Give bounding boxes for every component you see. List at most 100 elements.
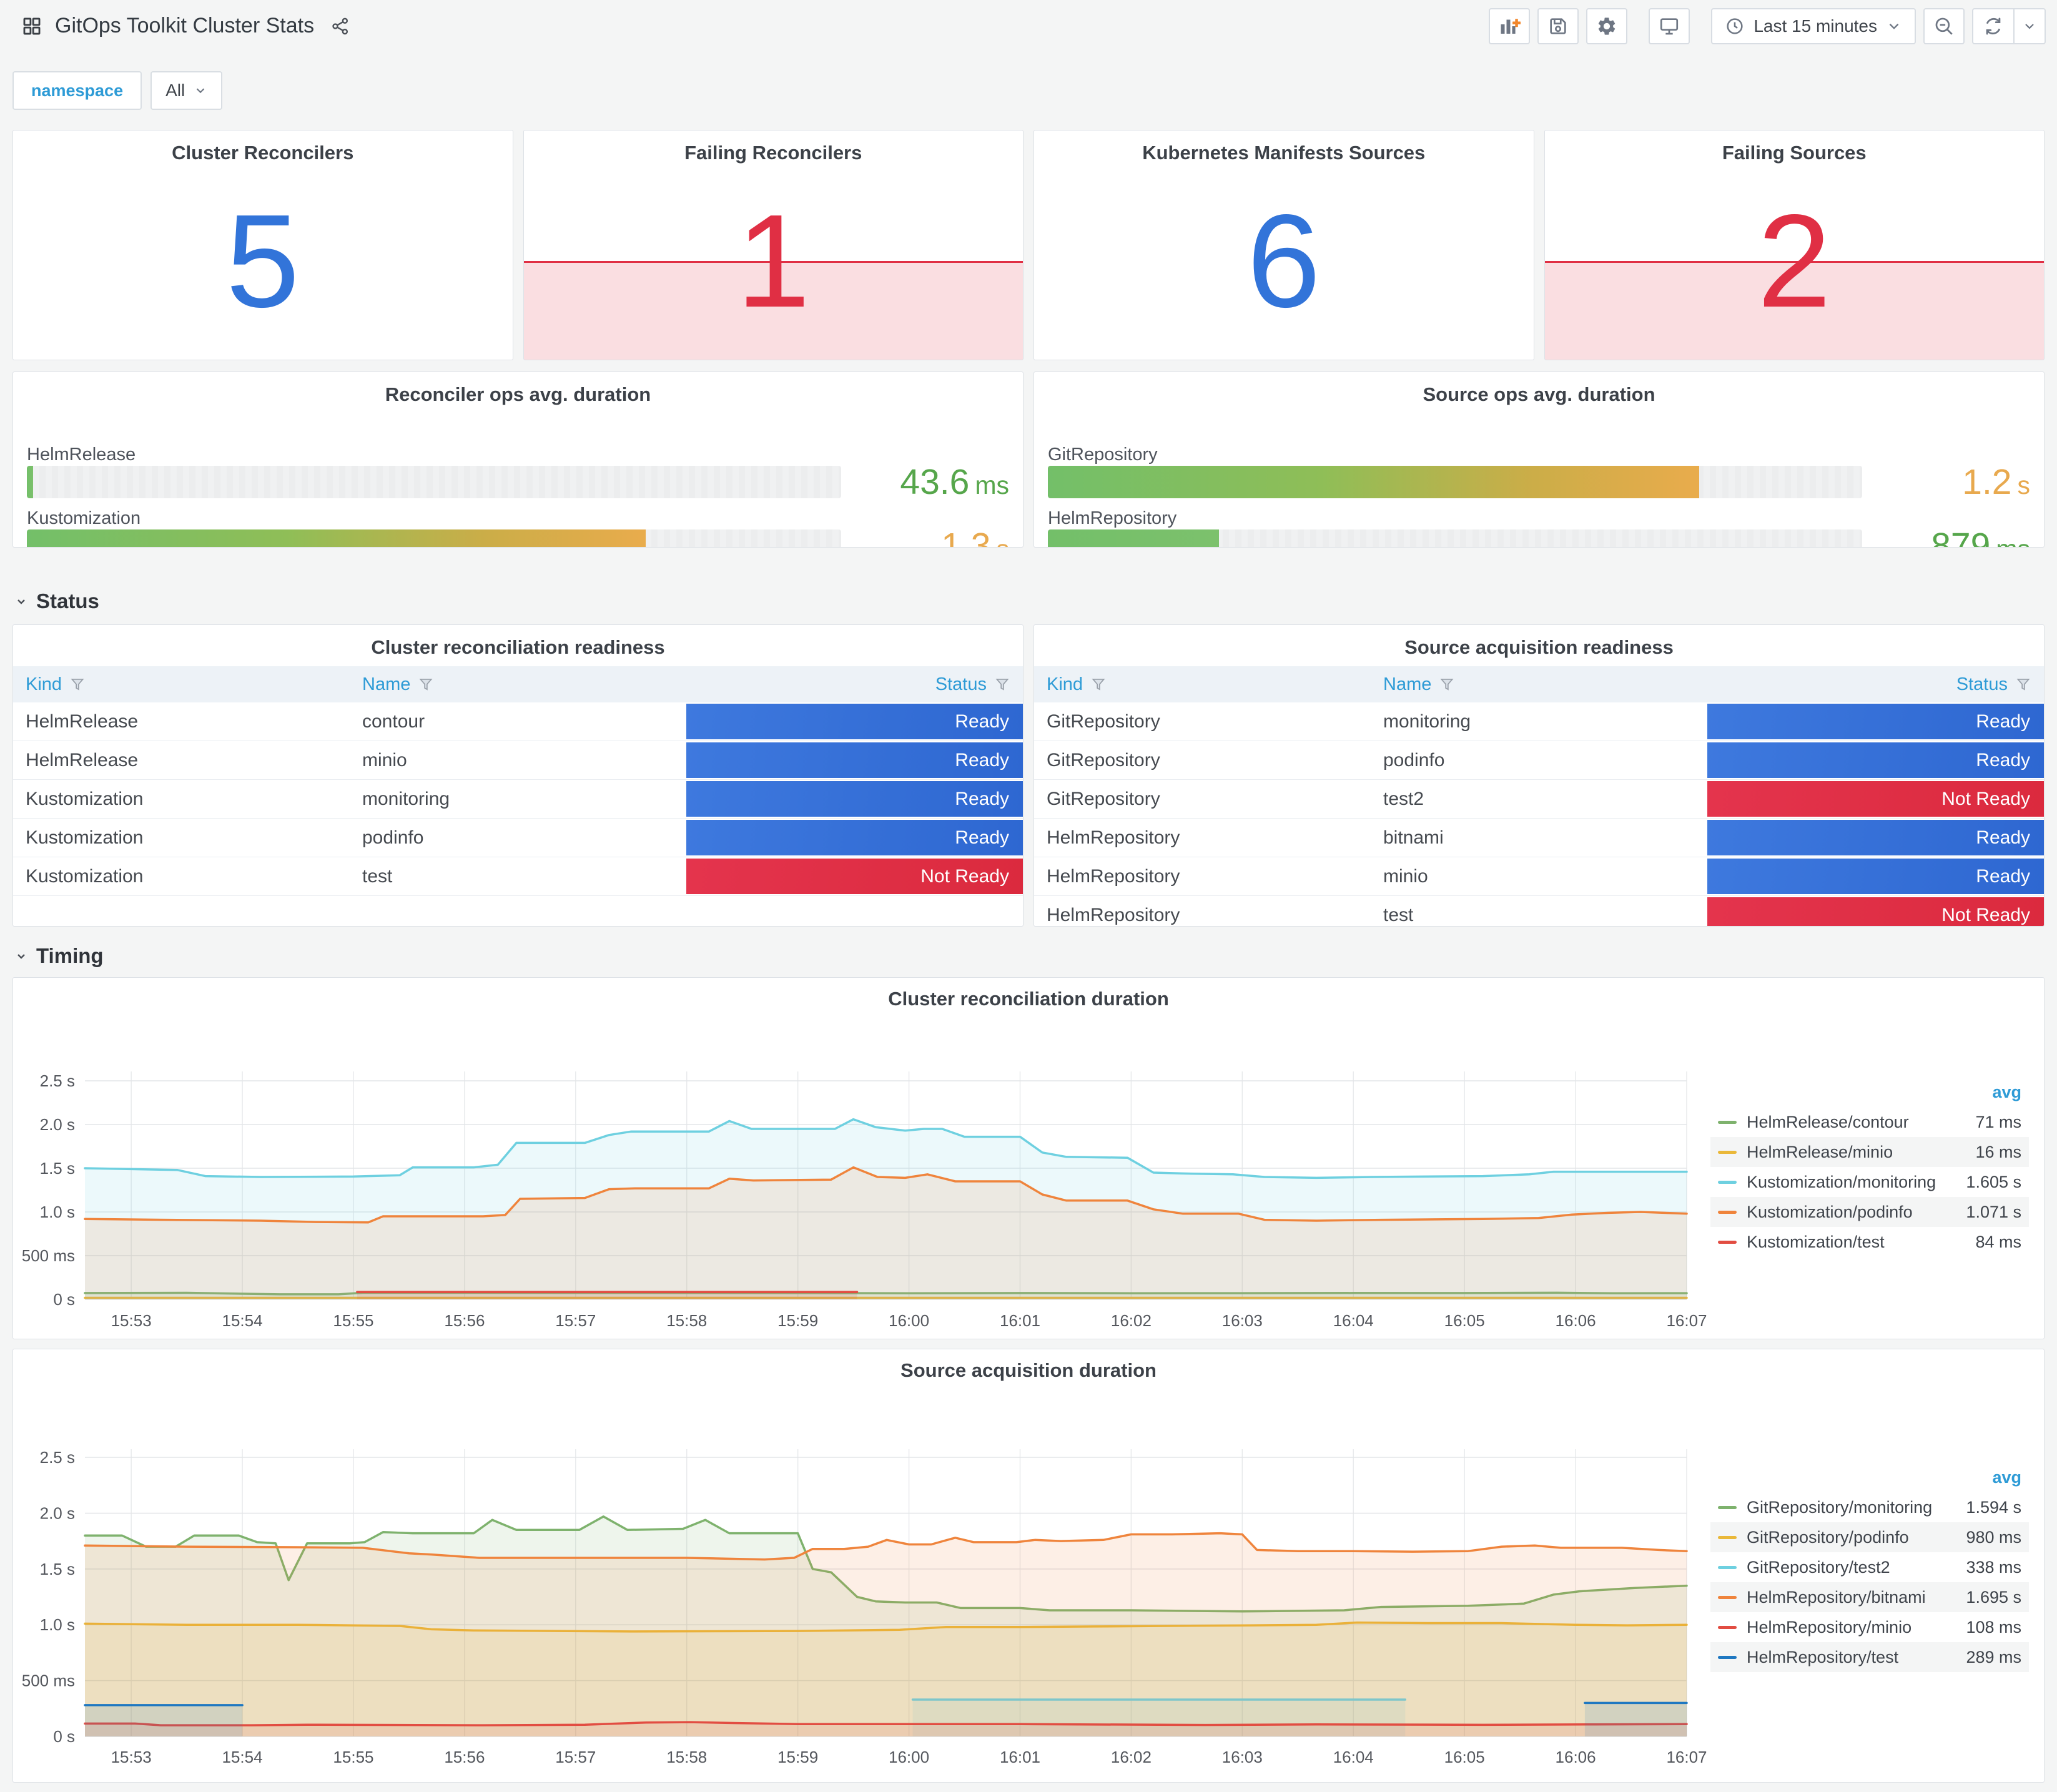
legend-item[interactable]: Kustomization/test 84 ms <box>1710 1227 2029 1257</box>
status-badge: Not Ready <box>1707 781 2044 817</box>
legend-avg-header[interactable]: avg <box>1710 1083 2029 1107</box>
gauge-bar-track <box>27 529 841 547</box>
column-header-status[interactable]: Status <box>686 666 1023 702</box>
svg-text:16:07: 16:07 <box>1666 1748 1707 1766</box>
gauge-value: 1.2 s <box>1962 462 2030 502</box>
stat-panel-title[interactable]: Cluster Reconcilers <box>13 130 513 164</box>
cell-kind: GitRepository <box>1047 749 1160 770</box>
cycle-view-mode-button[interactable] <box>1649 8 1690 44</box>
zoom-out-time-button[interactable] <box>1923 8 1965 44</box>
section-status[interactable]: Status <box>14 589 99 613</box>
legend-item[interactable]: Kustomization/podinfo 1.071 s <box>1710 1197 2029 1227</box>
svg-text:0 s: 0 s <box>53 1727 75 1746</box>
legend-avg-header[interactable]: avg <box>1710 1468 2029 1492</box>
cell-status: Ready <box>1707 819 2044 857</box>
legend-series-name[interactable]: Kustomization/test <box>1747 1233 1934 1252</box>
cell-kind: HelmRelease <box>26 711 139 732</box>
legend-item[interactable]: HelmRepository/minio 108 ms <box>1710 1612 2029 1642</box>
legend-series-swatch <box>1718 1655 1737 1659</box>
legend-series-avg: 16 ms <box>1975 1142 2021 1161</box>
svg-text:16:07: 16:07 <box>1666 1311 1707 1330</box>
legend-series-name[interactable]: GitRepository/podinfo <box>1747 1528 1934 1547</box>
svg-text:15:56: 15:56 <box>444 1748 485 1766</box>
apps-grid-icon[interactable] <box>21 16 42 37</box>
dashboard-toolbar: Last 15 minutes <box>1489 8 2046 44</box>
gauge-label: HelmRepository <box>1048 508 1177 528</box>
legend-item[interactable]: GitRepository/podinfo 980 ms <box>1710 1522 2029 1552</box>
filter-funnel-icon[interactable] <box>2015 676 2031 692</box>
legend-item[interactable]: GitRepository/monitoring 1.594 s <box>1710 1492 2029 1522</box>
cell-name: test <box>362 865 393 887</box>
filter-funnel-icon[interactable] <box>69 676 86 692</box>
cell-name: podinfo <box>1383 749 1445 770</box>
tables-row: Cluster reconciliation readiness Kind Nam… <box>12 624 2045 927</box>
svg-text:2.0 s: 2.0 s <box>40 1115 75 1134</box>
column-header-name[interactable]: Name <box>350 666 686 702</box>
refresh-interval-picker[interactable] <box>2013 9 2045 43</box>
legend-series-name[interactable]: GitRepository/test2 <box>1747 1558 1934 1577</box>
legend-series-swatch <box>1718 1180 1737 1184</box>
save-dashboard-button[interactable] <box>1537 8 1579 44</box>
cell-name: minio <box>362 749 407 770</box>
legend-item[interactable]: Kustomization/monitoring 1.605 s <box>1710 1167 2029 1197</box>
legend-item[interactable]: GitRepository/test2 338 ms <box>1710 1552 2029 1582</box>
legend-series-name[interactable]: Kustomization/monitoring <box>1747 1173 1936 1192</box>
gauge-label: GitRepository <box>1048 445 1158 465</box>
legend-series-name[interactable]: Kustomization/podinfo <box>1747 1203 1934 1222</box>
cell-status: Not Ready <box>1707 780 2044 818</box>
refresh-dashboard-button[interactable] <box>1973 9 2013 43</box>
panel-title[interactable]: Source ops avg. duration <box>1034 372 2044 406</box>
cell-kind: HelmRepository <box>1047 865 1180 887</box>
legend-series-name[interactable]: HelmRepository/minio <box>1747 1618 1934 1637</box>
legend-item[interactable]: HelmRepository/test 289 ms <box>1710 1642 2029 1672</box>
column-header-kind[interactable]: Kind <box>13 666 350 702</box>
stat-panel-title[interactable]: Failing Reconcilers <box>524 130 1024 164</box>
gauge-value: 1.3s <box>941 526 1009 548</box>
panel-title[interactable]: Reconciler ops avg. duration <box>13 372 1023 406</box>
share-icon[interactable] <box>330 16 350 36</box>
table-body: GitRepository monitoring Ready GitRepositor… <box>1034 702 2044 926</box>
stat-panel-title[interactable]: Failing Sources <box>1545 130 2045 164</box>
status-badge: Ready <box>1707 820 2044 855</box>
legend-series-name[interactable]: HelmRepository/bitnami <box>1747 1588 1934 1607</box>
table-row: Kustomization monitoring Ready <box>13 780 1023 819</box>
svg-text:16:02: 16:02 <box>1111 1748 1152 1766</box>
time-range-picker[interactable]: Last 15 minutes <box>1711 8 1916 44</box>
section-timing[interactable]: Timing <box>14 944 104 968</box>
filter-funnel-icon[interactable] <box>418 676 434 692</box>
chart-legend: avg GitRepository/monitoring 1.594 s GitRep… <box>1710 1468 2029 1672</box>
panel-title[interactable]: Source acquisition readiness <box>1034 625 2044 659</box>
legend-series-name[interactable]: HelmRelease/contour <box>1747 1113 1934 1132</box>
namespace-variable-value[interactable]: All <box>150 71 223 110</box>
legend-item[interactable]: HelmRelease/minio 16 ms <box>1710 1137 2029 1167</box>
column-header-status[interactable]: Status <box>1707 666 2044 702</box>
column-header-kind[interactable]: Kind <box>1034 666 1371 702</box>
cluster-reconciliation-duration-panel: Cluster reconciliation duration 15:53 15:… <box>12 977 2045 1339</box>
page-title[interactable]: GitOps Toolkit Cluster Stats <box>55 14 314 38</box>
legend-series-swatch <box>1718 1210 1737 1214</box>
dashboard-settings-button[interactable] <box>1586 8 1628 44</box>
table-body: HelmRelease contour Ready HelmRelease minio R… <box>13 702 1023 896</box>
source-acquisition-duration-panel: Source acquisition duration 15:53 15:54 15… <box>12 1349 2045 1783</box>
filter-funnel-icon[interactable] <box>994 676 1010 692</box>
add-panel-button[interactable] <box>1489 8 1531 44</box>
panel-title[interactable]: Cluster reconciliation readiness <box>13 625 1023 659</box>
stat-value: 6 <box>1246 187 1321 335</box>
stat-value: 5 <box>225 187 300 335</box>
legend-series-swatch <box>1718 1535 1737 1539</box>
legend-item[interactable]: HelmRelease/contour 71 ms <box>1710 1107 2029 1137</box>
filter-funnel-icon[interactable] <box>1439 676 1455 692</box>
legend-item[interactable]: HelmRepository/bitnami 1.695 s <box>1710 1582 2029 1612</box>
svg-text:15:58: 15:58 <box>666 1311 707 1330</box>
namespace-variable-label[interactable]: namespace <box>12 71 142 110</box>
svg-text:15:55: 15:55 <box>333 1311 373 1330</box>
dashboard-header: GitOps Toolkit Cluster Stats Last 15 min… <box>0 0 2057 55</box>
filter-funnel-icon[interactable] <box>1090 676 1107 692</box>
svg-text:16:00: 16:00 <box>889 1748 929 1766</box>
legend-series-swatch <box>1718 1505 1737 1509</box>
column-header-name[interactable]: Name <box>1371 666 1707 702</box>
legend-series-name[interactable]: HelmRelease/minio <box>1747 1143 1934 1162</box>
stat-panel-title[interactable]: Kubernetes Manifests Sources <box>1034 130 1534 164</box>
legend-series-name[interactable]: HelmRepository/test <box>1747 1648 1934 1667</box>
legend-series-name[interactable]: GitRepository/monitoring <box>1747 1498 1934 1517</box>
